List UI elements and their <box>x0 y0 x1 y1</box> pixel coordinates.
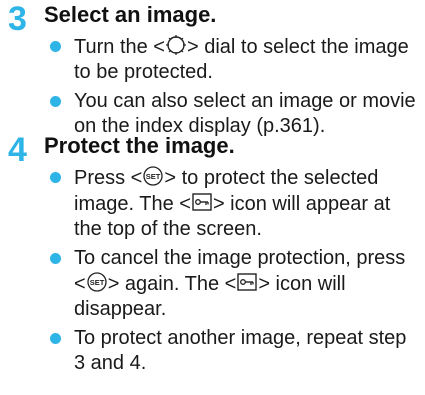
step-title: Protect the image. <box>44 133 235 158</box>
bullet-dot <box>50 333 61 344</box>
bullet-dot <box>50 172 61 183</box>
bullet-list: Press < SET > to protect the selected imag… <box>0 165 425 380</box>
step-title: Select an image. <box>44 2 217 27</box>
list-item: To cancel the image protection, press < S… <box>0 246 425 322</box>
step-number: 4 <box>8 131 27 169</box>
bullet-dot <box>50 253 61 264</box>
bullet-dot <box>50 96 61 107</box>
bullet-list: Turn the < > dial to select the image to … <box>0 34 425 143</box>
step-number: 3 <box>8 0 27 38</box>
set-button-icon: SET <box>86 271 108 293</box>
protect-key-icon <box>191 191 213 213</box>
main-dial-icon <box>165 34 187 56</box>
svg-text:SET: SET <box>146 172 161 181</box>
bullet-dot <box>50 41 61 52</box>
protect-key-icon <box>236 271 258 293</box>
list-item: You can also select an image or movie on… <box>0 89 425 139</box>
list-item: Press < SET > to protect the selected imag… <box>0 165 425 242</box>
list-item: To protect another image, repeat step 3 … <box>0 326 425 376</box>
set-button-icon: SET <box>142 165 164 187</box>
list-item: Turn the < > dial to select the image to … <box>0 34 425 85</box>
svg-text:SET: SET <box>89 278 104 287</box>
